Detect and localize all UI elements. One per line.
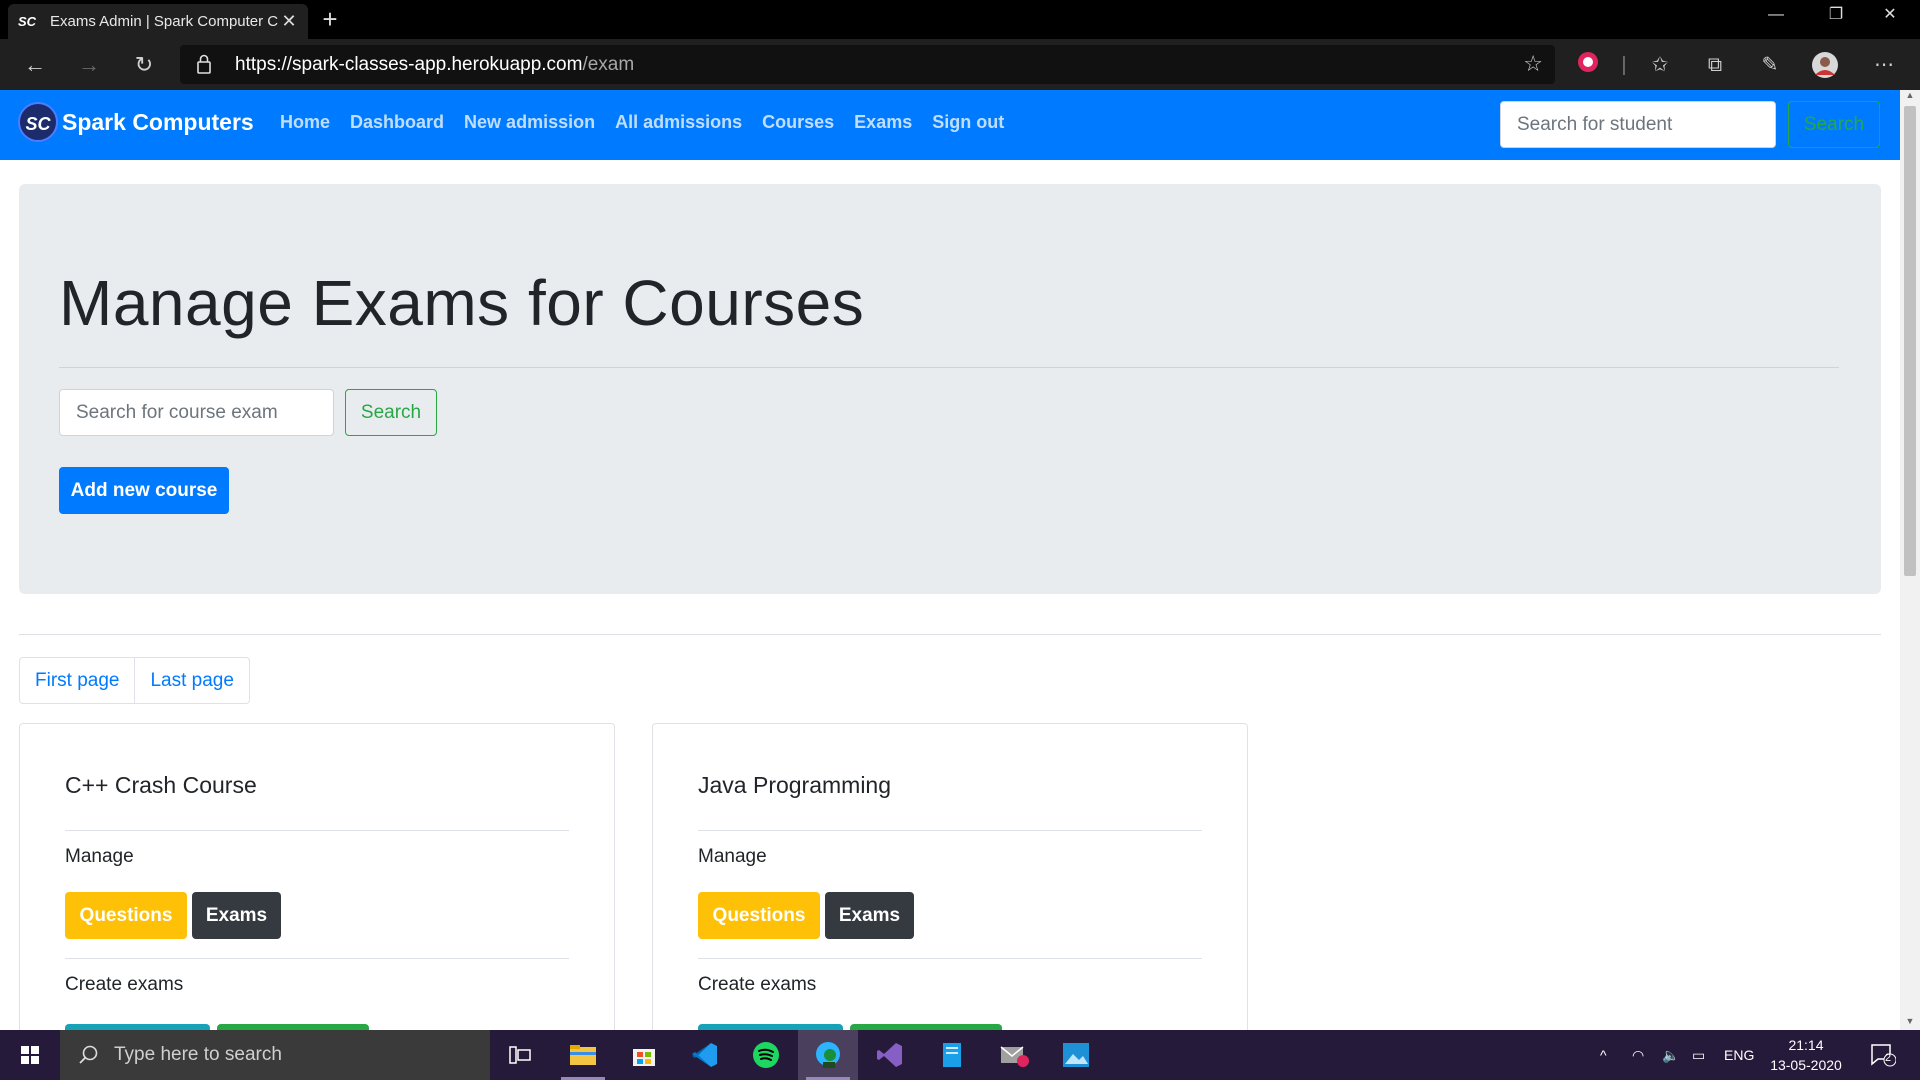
edge-dev-icon[interactable] [798, 1030, 858, 1080]
web-page: SC Spark Computers Home Dashboard New ad… [0, 90, 1900, 1030]
pagination: First page Last page [19, 657, 250, 704]
clock-date: 13-05-2020 [1770, 1057, 1842, 1073]
questions-button[interactable]: Questions [698, 892, 820, 939]
profile-avatar[interactable] [1811, 51, 1839, 79]
questions-button[interactable]: Questions [65, 892, 187, 939]
nav-link-dashboard[interactable]: Dashboard [350, 112, 444, 133]
language-indicator[interactable]: ENG [1724, 1030, 1754, 1080]
notification-count: 2 [1885, 1052, 1892, 1064]
taskbar-search-placeholder: Type here to search [114, 1044, 282, 1065]
brand-name: Spark Computers [62, 108, 254, 135]
search-icon [79, 1045, 98, 1064]
exams-button[interactable]: Exams [192, 892, 281, 939]
student-search-button[interactable]: Search [1788, 101, 1880, 148]
favorites-icon[interactable]: ✩ [1646, 51, 1674, 79]
student-search-input[interactable]: Search for student [1500, 101, 1776, 148]
divider [65, 830, 569, 831]
refresh-icon[interactable]: ↻ [126, 47, 162, 83]
brand[interactable]: SC Spark Computers [18, 102, 254, 142]
notepad-icon[interactable] [922, 1030, 982, 1080]
divider [19, 634, 1881, 635]
extension-icon[interactable] [1574, 51, 1602, 79]
url-host: https://spark-classes-app.herokuapp.com [235, 54, 583, 75]
collections-icon[interactable]: ⧉ [1701, 51, 1729, 79]
course-card: C++ Crash Course Manage Questions Exams … [19, 723, 615, 1030]
nav-links: Home Dashboard New admission All admissi… [280, 112, 1024, 133]
taskbar-search[interactable]: Type here to search [60, 1030, 490, 1080]
close-window-icon[interactable]: ✕ [1860, 0, 1920, 32]
clock-time: 21:14 [1788, 1037, 1824, 1053]
course-exam-search-button[interactable]: Search [345, 389, 437, 436]
windows-start-icon[interactable] [0, 1030, 60, 1080]
url-path: /exam [582, 54, 635, 75]
site-navbar: SC Spark Computers Home Dashboard New ad… [0, 90, 1900, 160]
network-icon[interactable]: ◠ [1632, 1030, 1644, 1080]
favorite-star-icon[interactable]: ☆ [1523, 51, 1543, 77]
scrollbar-thumb[interactable] [1904, 106, 1916, 576]
browser-tab-bar: SC Exams Admin | Spark Computer C ✕ + — … [0, 0, 1920, 39]
visual-studio-icon[interactable] [860, 1030, 920, 1080]
browser-tab[interactable]: SC Exams Admin | Spark Computer C ✕ [8, 4, 308, 39]
divider [59, 367, 1839, 368]
divider [698, 958, 1202, 959]
task-view-icon[interactable] [490, 1030, 550, 1080]
last-page-link[interactable]: Last page [135, 658, 248, 703]
file-explorer-icon[interactable] [553, 1030, 613, 1080]
course-card: Java Programming Manage Questions Exams … [652, 723, 1248, 1030]
clock[interactable]: 21:14 13-05-2020 [1766, 1035, 1846, 1075]
show-hidden-icons[interactable]: ^ [1600, 1030, 1607, 1080]
new-tab-icon[interactable]: + [314, 4, 346, 36]
tab-title: Exams Admin | Spark Computer C [50, 13, 279, 30]
first-page-link[interactable]: First page [20, 658, 136, 703]
divider [698, 830, 1202, 831]
course-exam-search-input[interactable]: Search for course exam [59, 389, 334, 436]
toolbar-divider: | [1621, 54, 1627, 76]
nav-link-courses[interactable]: Courses [762, 112, 834, 133]
nav-link-home[interactable]: Home [280, 112, 330, 133]
mail-icon[interactable] [984, 1030, 1044, 1080]
spotify-icon[interactable] [736, 1030, 796, 1080]
jumbotron: Manage Exams for Courses Search for cour… [19, 184, 1881, 594]
address-bar[interactable]: https://spark-classes-app.herokuapp.com/… [180, 45, 1555, 84]
course-title: C++ Crash Course [65, 772, 257, 798]
minimize-icon[interactable]: — [1746, 0, 1806, 32]
close-tab-icon[interactable]: ✕ [280, 11, 298, 32]
volume-icon[interactable]: 🔈 [1662, 1030, 1679, 1080]
browser-toolbar: ← → ↻ https://spark-classes-app.herokuap… [0, 39, 1920, 90]
add-new-course-button[interactable]: Add new course [59, 467, 229, 514]
forward-icon[interactable]: → [71, 47, 107, 83]
url-text: https://spark-classes-app.herokuapp.com/… [235, 54, 634, 76]
page-title: Manage Exams for Courses [59, 267, 865, 339]
scroll-down-icon[interactable]: ▼ [1900, 1016, 1920, 1030]
manage-label: Manage [698, 846, 767, 867]
notification-center-icon[interactable]: 2 [1870, 1030, 1896, 1080]
page-scrollbar[interactable]: ▲ ▼ [1900, 90, 1920, 1030]
vscode-icon[interactable] [675, 1030, 735, 1080]
taskbar: Type here to search ^ ◠ 🔈 ▭ ENG 21:14 13… [0, 1030, 1920, 1080]
create-exams-label: Create exams [65, 974, 184, 995]
lock-icon [197, 54, 211, 74]
course-title: Java Programming [698, 772, 892, 798]
create-exams-label: Create exams [698, 974, 817, 995]
nav-link-sign-out[interactable]: Sign out [932, 112, 1004, 133]
store-icon[interactable] [614, 1030, 674, 1080]
more-menu-icon[interactable]: ⋯ [1870, 51, 1898, 79]
back-icon[interactable]: ← [17, 47, 53, 83]
nav-link-new-admission[interactable]: New admission [464, 112, 595, 133]
exams-button[interactable]: Exams [825, 892, 914, 939]
manage-label: Manage [65, 846, 134, 867]
nav-link-all-admissions[interactable]: All admissions [615, 112, 742, 133]
divider [65, 958, 569, 959]
battery-icon[interactable]: ▭ [1692, 1030, 1705, 1080]
site-favicon-icon: SC [18, 13, 37, 29]
feedback-icon[interactable]: ✎ [1756, 51, 1784, 79]
photos-icon[interactable] [1046, 1030, 1106, 1080]
brand-logo-icon: SC [18, 102, 58, 142]
scroll-up-icon[interactable]: ▲ [1900, 90, 1920, 104]
restore-icon[interactable]: ❐ [1806, 0, 1866, 32]
nav-link-exams[interactable]: Exams [854, 112, 912, 133]
